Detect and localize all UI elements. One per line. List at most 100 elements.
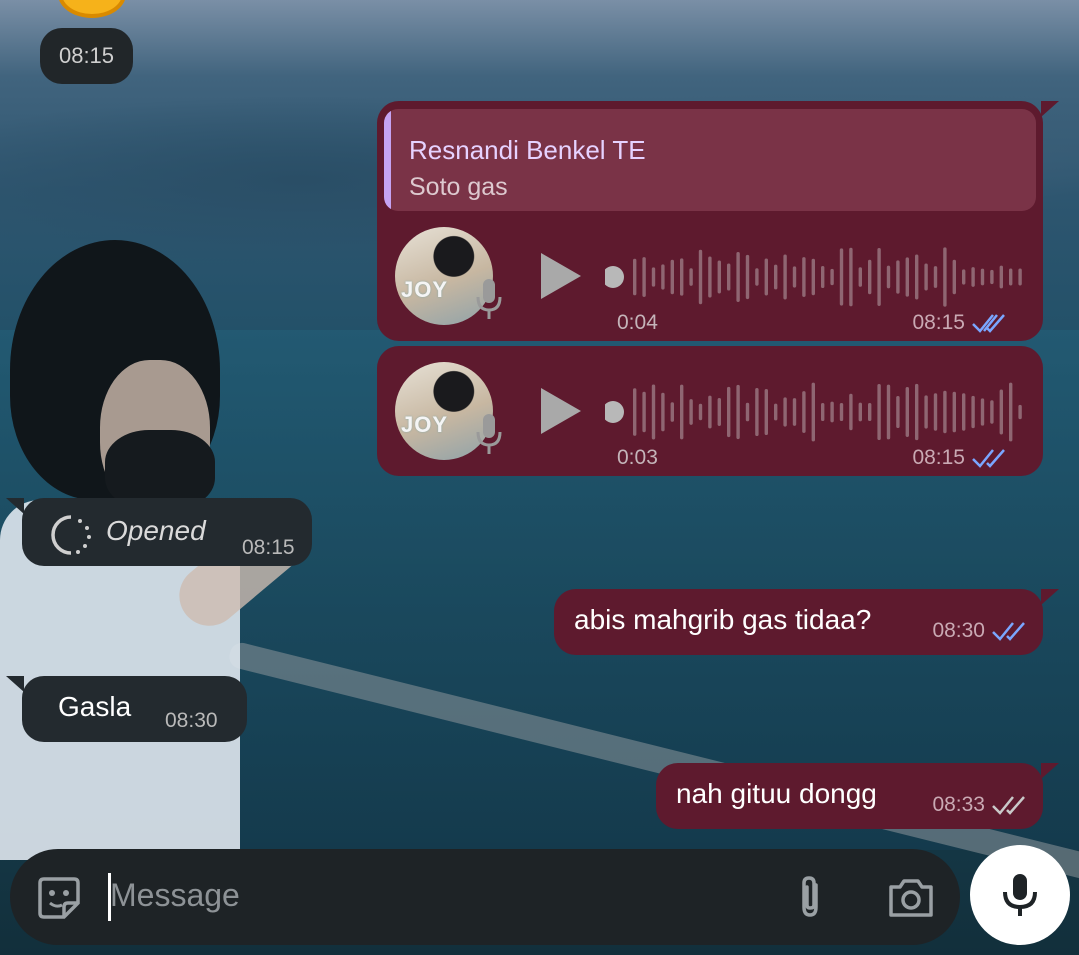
waveform-bar (905, 257, 909, 297)
waveform-bar (933, 393, 938, 431)
camera-icon[interactable] (886, 875, 936, 919)
waveform-bar (990, 269, 994, 285)
message-time: 08:15 (912, 311, 965, 334)
waveform-bar (830, 268, 834, 286)
waveform-bar (877, 248, 881, 306)
message-time: 08:15 (912, 446, 965, 469)
sticker-icon[interactable] (36, 875, 82, 921)
waveform-bar (952, 259, 956, 295)
message-text: Gasla (58, 691, 132, 722)
message-meta: 08:15 (912, 446, 1007, 470)
voice-duration: 0:03 (617, 446, 658, 469)
waveform-bar (858, 267, 862, 287)
waveform-bar (933, 266, 938, 288)
waveform-bar (670, 259, 674, 295)
reply-bar (384, 109, 391, 211)
waveform-bar (839, 402, 844, 422)
waveform-bar (783, 254, 787, 300)
message-input[interactable]: Message (110, 877, 240, 914)
voice-message[interactable]: JOY 0:03 08:15 (377, 346, 1043, 476)
waveform-bar (849, 393, 853, 431)
message-time: 08:15 (242, 536, 295, 559)
waveform-bar (633, 258, 637, 296)
waveform[interactable] (605, 374, 1025, 450)
voice-record-button[interactable] (970, 845, 1070, 945)
message-text: abis mahgrib gas tidaa? (574, 604, 872, 635)
waveform-bar (633, 388, 637, 436)
waveform-bar (811, 258, 815, 296)
reply-quote[interactable]: Resnandi Benkel TE Soto gas (384, 109, 1036, 211)
waveform-bar (708, 256, 712, 298)
waveform-bar (999, 389, 1003, 435)
waveform-bar (802, 391, 806, 433)
waveform-bar (651, 384, 656, 440)
waveform-bar (764, 258, 768, 296)
view-once-icon (51, 515, 91, 555)
waveform-bar (774, 403, 778, 421)
voice-player: JOY 0:03 08:15 (395, 356, 1035, 469)
attachment-icon[interactable] (790, 873, 830, 921)
incoming-message[interactable]: Gasla 08:30 (6, 676, 247, 742)
message-composer: Message (10, 849, 960, 945)
waveform-bar (792, 398, 797, 426)
waveform-bar (962, 393, 966, 431)
waveform-bar (745, 402, 750, 422)
waveform-bar (698, 249, 703, 305)
message-meta: 08:30 (932, 619, 1027, 643)
message-time-pill: 08:15 (40, 28, 133, 84)
waveform-bar (980, 268, 985, 286)
waveform-bar (943, 247, 947, 307)
waveform-bar (783, 397, 787, 427)
waveform-bar (651, 267, 656, 287)
waveform-bar (924, 263, 928, 291)
waveform-bar (924, 395, 928, 429)
waveform-bar (717, 260, 721, 294)
voice-player: JOY 0:04 08:15 (395, 221, 1035, 334)
double-check-icon (992, 796, 1025, 815)
waveform-bar (1009, 268, 1013, 286)
message-meta: 08:15 (912, 311, 1007, 335)
microphone-icon (476, 279, 502, 319)
waveform-bar (915, 254, 919, 300)
message-time: 08:33 (932, 793, 985, 816)
waveform-bar (868, 402, 872, 422)
waveform-bar (661, 264, 665, 290)
play-icon[interactable] (541, 388, 581, 434)
outgoing-message[interactable]: nah gituu dongg 08:33 (656, 763, 1059, 829)
message-time: 08:30 (165, 709, 218, 732)
waveform-bar (1018, 268, 1022, 286)
reply-author: Resnandi Benkel TE (409, 135, 646, 165)
opened-view-once-message[interactable]: Opened 08:15 (6, 498, 312, 566)
waveform-bar (774, 264, 778, 290)
waveform-bar (971, 267, 975, 287)
waveform-bar (1009, 382, 1013, 442)
waveform-bar (802, 257, 806, 297)
waveform-bar (661, 392, 665, 432)
outgoing-message[interactable]: abis mahgrib gas tidaa? 08:30 (554, 589, 1059, 655)
microphone-icon (1003, 874, 1037, 916)
message-meta: 08:33 (932, 793, 1027, 817)
waveform-bar (680, 384, 684, 440)
voice-duration: 0:04 (617, 311, 658, 334)
double-check-icon (972, 314, 1005, 333)
waveform-bar (811, 382, 815, 442)
double-check-icon (992, 622, 1025, 641)
waveform-bar (792, 266, 797, 288)
waveform-bar (689, 268, 693, 286)
waveform-bar (915, 383, 919, 441)
waveform-bar (1018, 404, 1022, 420)
waveform-bar (896, 395, 900, 429)
waveform-bar (868, 259, 872, 295)
message-time: 08:30 (932, 619, 985, 642)
voice-message-reply[interactable]: Resnandi Benkel TE Soto gas JOY 0:04 08:… (377, 101, 1059, 341)
waveform-bar (727, 263, 731, 291)
play-icon[interactable] (541, 253, 581, 299)
waveform-bar (849, 247, 853, 307)
emoji-sticker-icon (58, 0, 126, 18)
waveform-bar (999, 265, 1003, 289)
waveform[interactable] (605, 239, 1025, 315)
waveform-bar (764, 388, 768, 436)
waveform-bar (821, 265, 825, 289)
waveform-bar (830, 401, 834, 423)
waveform-bar (962, 269, 966, 285)
